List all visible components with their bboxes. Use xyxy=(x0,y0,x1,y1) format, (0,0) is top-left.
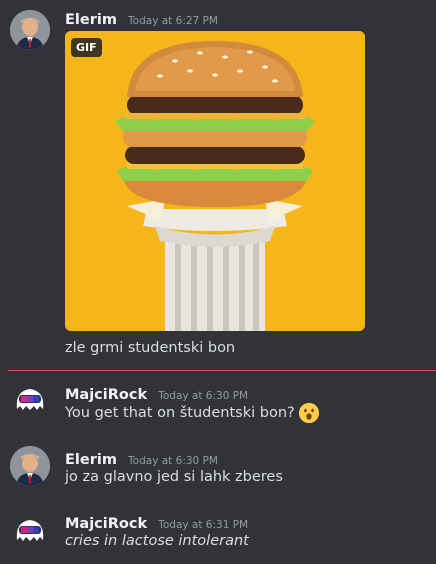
ghost-avatar-icon xyxy=(16,520,44,541)
timestamp: Today at 6:27 PM xyxy=(128,15,218,27)
username[interactable]: Elerim xyxy=(65,452,117,468)
message-text: You get that on študentski bon? xyxy=(65,405,295,421)
gif-attachment[interactable]: GIF xyxy=(65,31,365,331)
username[interactable]: MajciRock xyxy=(65,387,147,403)
username[interactable]: Elerim xyxy=(65,12,117,28)
face-with-open-mouth-icon[interactable] xyxy=(298,403,319,423)
message-text: jo za glavno jed si lahk zberes xyxy=(65,469,283,485)
timestamp: Today at 6:30 PM xyxy=(158,390,249,402)
user-portrait-icon xyxy=(10,10,50,50)
burger-on-pillar-image xyxy=(65,31,365,331)
ghost-avatar-icon xyxy=(16,389,44,410)
gif-badge: GIF xyxy=(71,38,102,57)
avatar[interactable] xyxy=(10,446,50,486)
timestamp: Today at 6:31 PM xyxy=(158,519,249,531)
avatar[interactable] xyxy=(10,379,50,419)
username[interactable]: MajciRock xyxy=(65,516,147,532)
avatar[interactable] xyxy=(10,10,50,50)
user-portrait-icon xyxy=(10,446,50,486)
message-text-row: You get that on študentski bon? xyxy=(65,403,319,423)
new-messages-divider xyxy=(8,370,436,371)
message-text: zle grmi studentski bon xyxy=(65,340,236,356)
timestamp: Today at 6:30 PM xyxy=(128,455,218,467)
message-text: cries in lactose intolerant xyxy=(65,533,249,549)
avatar[interactable] xyxy=(10,510,50,550)
